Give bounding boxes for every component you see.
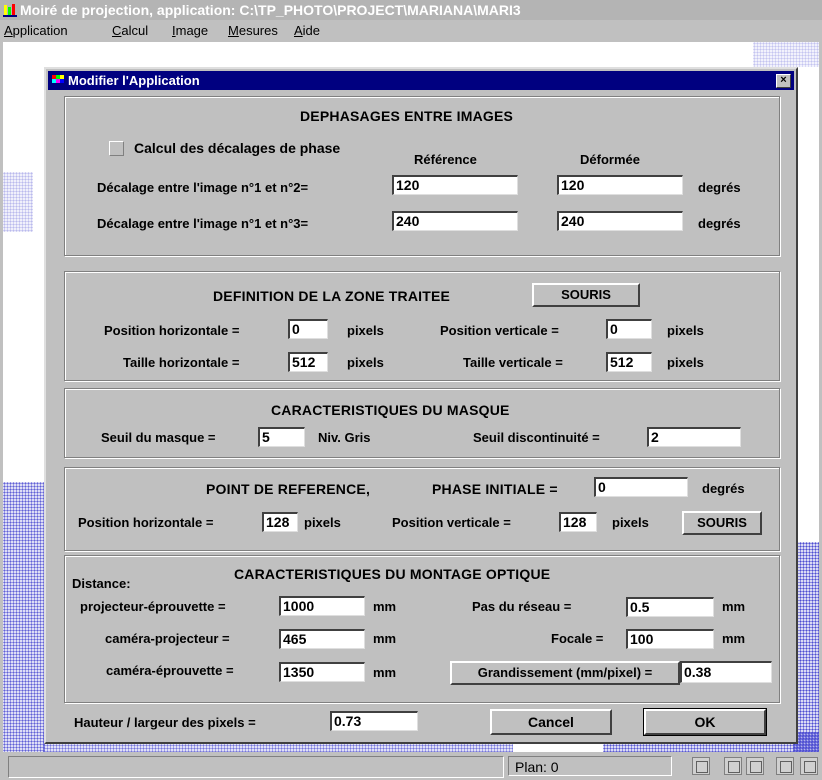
status-plan: Plan: 0: [508, 756, 672, 776]
zone-taille-h-input[interactable]: 512: [288, 352, 328, 372]
cancel-button[interactable]: Cancel: [490, 709, 612, 735]
pas-reseau-unit: mm: [722, 599, 746, 614]
shift-1-3-deformee-input[interactable]: 240: [557, 211, 683, 231]
cam-epr-unit: mm: [373, 665, 397, 680]
ok-button[interactable]: OK: [643, 708, 767, 736]
seuil-discontinuite-input[interactable]: 2: [647, 427, 741, 447]
toolbar-view-icon[interactable]: [692, 757, 710, 775]
phase-initiale-unit: degrés: [702, 481, 745, 496]
image-artifact: [3, 172, 33, 232]
proj-epr-label: projecteur-éprouvette =: [80, 599, 226, 614]
shift-1-2-deformee-input[interactable]: 120: [557, 175, 683, 195]
shift-1-3-label: Décalage entre l'image n°1 et n°3=: [97, 216, 309, 231]
shift-1-2-label: Décalage entre l'image n°1 et n°2=: [97, 180, 309, 195]
masque-header: CARACTERISTIQUES DU MASQUE: [271, 402, 510, 418]
reference-header: POINT DE REFERENCE,: [206, 481, 371, 497]
focale-label: Focale =: [551, 631, 604, 646]
cam-epr-input[interactable]: 1350: [279, 662, 365, 682]
zone-pos-h-input[interactable]: 0: [288, 319, 328, 339]
cam-proj-unit: mm: [373, 631, 397, 646]
image-artifact: [3, 482, 45, 752]
zone-taille-h-unit: pixels: [347, 355, 384, 370]
zone-pos-v-label: Position verticale =: [440, 323, 559, 338]
phase-shift-checkbox-label: Calcul des décalages de phase: [134, 140, 341, 156]
phase-initiale-label: PHASE INITIALE =: [432, 481, 558, 497]
ref-pos-v-label: Position verticale =: [392, 515, 511, 530]
distance-label: Distance:: [72, 576, 131, 591]
menu-application[interactable]: Application: [4, 20, 68, 41]
shift-1-3-unit: degrés: [698, 216, 741, 231]
zone-pos-h-unit: pixels: [347, 323, 384, 338]
toolbar-compare-icon[interactable]: [776, 757, 794, 775]
shift-1-3-reference-input[interactable]: 240: [392, 211, 518, 231]
zone-souris-button[interactable]: SOURIS: [532, 283, 640, 307]
zone-taille-v-unit: pixels: [667, 355, 704, 370]
phase-shift-checkbox[interactable]: [109, 141, 124, 156]
ref-pos-h-unit: pixels: [304, 515, 341, 530]
dialog-title-bar[interactable]: Modifier l'Application ×: [48, 71, 794, 90]
status-bar: Plan: 0: [0, 752, 822, 780]
menu-bar: Application Calcul Image Mesures Aide: [0, 20, 822, 41]
focale-input[interactable]: 100: [626, 629, 714, 649]
focale-unit: mm: [722, 631, 746, 646]
shift-1-2-unit: degrés: [698, 180, 741, 195]
proj-epr-input[interactable]: 1000: [279, 596, 365, 616]
deformee-column-label: Déformée: [580, 152, 640, 167]
seuil-discontinuite-label: Seuil discontinuité =: [473, 430, 600, 445]
zone-taille-v-input[interactable]: 512: [606, 352, 652, 372]
image-artifact: [753, 42, 819, 67]
proj-epr-unit: mm: [373, 599, 397, 614]
reference-column-label: Référence: [414, 152, 477, 167]
window-title: Moiré de projection, application: C:\TP_…: [20, 2, 521, 18]
pixel-ratio-input[interactable]: 0.73: [330, 711, 418, 731]
cam-epr-label: caméra-éprouvette =: [106, 663, 234, 678]
pas-reseau-label: Pas du réseau =: [472, 599, 572, 614]
zone-taille-v-label: Taille verticale =: [463, 355, 563, 370]
zone-pos-v-unit: pixels: [667, 323, 704, 338]
dialog-icon: [52, 75, 64, 83]
phase-initiale-input[interactable]: 0: [594, 477, 688, 497]
toolbar-grid-icon[interactable]: [800, 757, 818, 775]
optique-header: CARACTERISTIQUES DU MONTAGE OPTIQUE: [234, 566, 551, 582]
ref-pos-h-input[interactable]: 128: [262, 512, 298, 532]
pixel-ratio-label: Hauteur / largeur des pixels =: [74, 715, 256, 730]
zone-pos-v-input[interactable]: 0: [606, 319, 652, 339]
seuil-masque-label: Seuil du masque =: [101, 430, 216, 445]
shift-1-2-reference-input[interactable]: 120: [392, 175, 518, 195]
window-title-bar[interactable]: Moiré de projection, application: C:\TP_…: [0, 0, 822, 20]
menu-image[interactable]: Image: [172, 20, 208, 41]
status-message-panel: [8, 756, 504, 778]
zone-taille-h-label: Taille horizontale =: [123, 355, 240, 370]
modifier-application-dialog: Modifier l'Application × DEPHASAGES ENTR…: [44, 67, 798, 744]
zone-pos-h-label: Position horizontale =: [104, 323, 240, 338]
ref-pos-v-unit: pixels: [612, 515, 649, 530]
ref-pos-v-input[interactable]: 128: [559, 512, 597, 532]
grandissement-input[interactable]: 0.38: [680, 661, 772, 683]
phase-shift-header: DEPHASAGES ENTRE IMAGES: [300, 108, 514, 124]
cam-proj-label: caméra-projecteur =: [105, 631, 230, 646]
app-icon: [3, 4, 17, 17]
menu-calcul[interactable]: Calcul: [112, 20, 148, 41]
zone-header: DEFINITION DE LA ZONE TRAITEE: [213, 288, 451, 304]
grandissement-button[interactable]: Grandissement (mm/pixel) =: [450, 661, 680, 685]
dialog-title: Modifier l'Application: [68, 73, 200, 88]
seuil-masque-unit: Niv. Gris: [318, 430, 371, 445]
ref-pos-h-label: Position horizontale =: [78, 515, 214, 530]
seuil-masque-input[interactable]: 5: [258, 427, 305, 447]
masque-group: [64, 388, 780, 458]
pas-reseau-input[interactable]: 0.5: [626, 597, 714, 617]
reference-souris-button[interactable]: SOURIS: [682, 511, 762, 535]
menu-mesures[interactable]: Mesures: [228, 20, 278, 41]
menu-aide[interactable]: Aide: [294, 20, 320, 41]
cam-proj-input[interactable]: 465: [279, 629, 365, 649]
toolbar-image-icon[interactable]: [724, 757, 742, 775]
toolbar-list-icon[interactable]: [746, 757, 764, 775]
close-button[interactable]: ×: [776, 74, 791, 88]
